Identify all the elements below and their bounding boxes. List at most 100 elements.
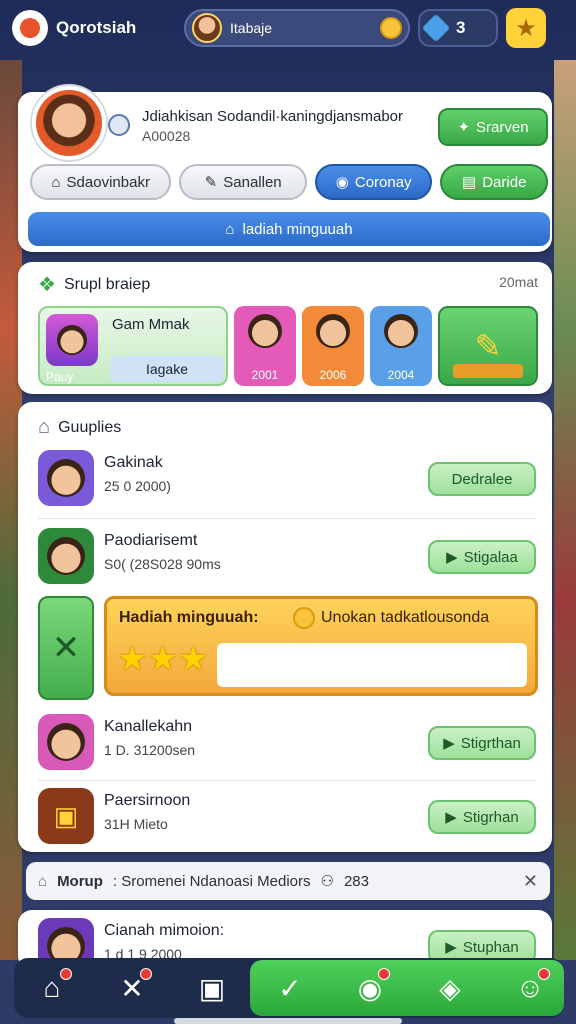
divider: [38, 780, 536, 781]
morup-label: Morup: [57, 872, 103, 890]
profile-name: Jdiahkisan Sodandil·kaningdjansmabor: [142, 108, 403, 125]
banner-bar: [217, 643, 527, 687]
edit-tile[interactable]: ✎: [438, 306, 538, 386]
item-sub: 25 0 2000): [104, 478, 171, 494]
weekly-reward-button[interactable]: ⌂ ladiah minguuah: [28, 212, 550, 246]
house-icon: ⌂: [38, 872, 48, 890]
tab-sanallen[interactable]: ✎ Sanallen: [179, 164, 307, 200]
background-scene-right: [554, 60, 576, 960]
tab-label: Daride: [482, 173, 527, 191]
bag-icon: ◈: [439, 972, 461, 1004]
coin-icon: [293, 607, 315, 629]
face-icon: [47, 537, 85, 575]
avatar: [38, 714, 94, 770]
home-icon: ⌂: [43, 972, 61, 1003]
avatar: ▣: [38, 788, 94, 844]
item-name: Gakinak: [104, 454, 163, 471]
phone-icon[interactable]: [108, 114, 130, 136]
play-icon: ▶: [446, 549, 458, 566]
supplies-card: ⌂ Guuplies Gakinak 25 0 2000) Dedralee P…: [18, 402, 552, 852]
tab-sdaovinbakr[interactable]: ⌂ Sdaovinbakr: [30, 164, 172, 200]
notification-badge: [60, 968, 72, 980]
avatar: [38, 450, 94, 506]
group-tile[interactable]: 2001: [234, 306, 296, 386]
weekly-banner: ✕ Hadiah minguuah: Unokan tadkatlousonda…: [38, 596, 538, 700]
item-action-button[interactable]: ▶ Stigalaa: [428, 540, 536, 574]
character-icon: [384, 314, 418, 348]
nav-battle[interactable]: ✕: [110, 966, 154, 1010]
nav-gallery[interactable]: ▣: [190, 966, 234, 1010]
weekly-reward-label: ladiah minguuah: [242, 220, 353, 238]
notification-badge: [538, 968, 550, 980]
morup-count: 283: [343, 872, 369, 890]
profile-avatar[interactable]: [32, 86, 106, 160]
profile-tabs: ⌂ Sdaovinbakr ✎ Sanallen ◉ Coronay ▤ Daride: [30, 164, 548, 200]
item-action-label: Dedralee: [451, 470, 513, 488]
featured-tile[interactable]: Gam Mmak Pauy Iagake: [38, 306, 228, 386]
people-icon: ⚇: [320, 873, 334, 890]
item-action-label: Stuphan: [462, 938, 519, 956]
close-icon[interactable]: ✕: [523, 871, 538, 892]
tab-daride[interactable]: ▤ Daride: [440, 164, 548, 200]
face-icon: [47, 723, 85, 761]
group-meta: 20mat: [499, 274, 538, 290]
user-pill[interactable]: Itabaje: [184, 9, 410, 47]
gem-count: 3: [456, 18, 466, 37]
sparkle-icon: ✦: [457, 119, 471, 136]
tile-year: 2001: [251, 368, 279, 382]
group-header: ❖ Srupl braiep: [38, 272, 150, 297]
group-tile[interactable]: 2006: [302, 306, 364, 386]
nav-profile[interactable]: ☺: [508, 966, 552, 1010]
avatar: [38, 528, 94, 584]
banner-panel[interactable]: Hadiah minguuah: Unokan tadkatlousonda ★…: [104, 596, 538, 696]
item-action-button[interactable]: Dedralee: [428, 462, 536, 496]
list-item[interactable]: Paodiarisemt S0( (28S028 90ms ▶ Stigalaa: [38, 524, 536, 594]
username: Itabaje: [230, 20, 273, 36]
gem-icon: [421, 13, 451, 43]
bag-icon: ⌂: [225, 220, 235, 238]
item-name: Cianah mimoion:: [104, 922, 225, 939]
edit-tile-bar: [453, 364, 523, 378]
avatar: [192, 13, 222, 43]
gem-counter[interactable]: 3: [418, 9, 498, 47]
face-icon: [57, 325, 87, 355]
morup-bar[interactable]: ⌂ Morup : Sromenei Ndanoasi Mediors ⚇ 28…: [26, 862, 550, 900]
save-button[interactable]: ✦ Srarven: [438, 108, 548, 146]
group-tile[interactable]: 2004: [370, 306, 432, 386]
item-action-button[interactable]: ▶ Stigrhan: [428, 800, 536, 834]
check-icon: ✓: [278, 972, 302, 1004]
item-name: Paodiarisemt: [104, 532, 198, 549]
item-name: Paersirnoon: [104, 792, 191, 809]
nav-check[interactable]: ✓: [268, 966, 312, 1010]
nav-shop[interactable]: ◈: [428, 966, 472, 1010]
chat-icon: ◉: [335, 174, 349, 191]
coin-icon: [380, 17, 402, 39]
nav-chat[interactable]: ◉: [348, 966, 392, 1010]
featured-avatar: [46, 314, 98, 366]
house-icon: ⌂: [38, 416, 51, 438]
list-item[interactable]: ▣ Paersirnoon 31H Mieto ▶ Stigrhan: [38, 784, 536, 854]
nav-home[interactable]: ⌂: [30, 966, 74, 1010]
pencil-icon: ✎: [474, 328, 502, 364]
featured-sub: Iagake: [110, 356, 224, 382]
character-icon: [248, 314, 282, 348]
app-logo[interactable]: [12, 10, 48, 46]
tab-coronay[interactable]: ◉ Coronay: [314, 164, 433, 200]
stars-icon: ★★★: [117, 640, 209, 678]
item-action-label: Stigrthan: [460, 734, 521, 752]
group-card: ❖ Srupl braiep 20mat Gam Mmak Pauy Iagak…: [18, 262, 552, 394]
supplies-title: Guuplies: [58, 418, 122, 436]
item-action-button[interactable]: ▶ Stigrthan: [428, 726, 536, 760]
money-icon: ❖: [38, 274, 56, 296]
play-icon: ▶: [443, 735, 455, 752]
item-sub: 1 D. 31200sen: [104, 742, 196, 758]
item-sub: S0( (28S028 90ms: [104, 556, 221, 572]
notification-badge: [378, 968, 390, 980]
tab-label: Coronay: [354, 173, 412, 191]
tools-icon[interactable]: ✕: [38, 596, 94, 700]
banner-text: Unokan tadkatlousonda: [321, 609, 490, 626]
star-button[interactable]: ★: [506, 8, 546, 48]
item-sub: 31H Mieto: [104, 816, 168, 832]
list-item[interactable]: Gakinak 25 0 2000) Dedralee: [38, 446, 536, 516]
list-item[interactable]: Kanallekahn 1 D. 31200sen ▶ Stigrthan: [38, 710, 536, 780]
